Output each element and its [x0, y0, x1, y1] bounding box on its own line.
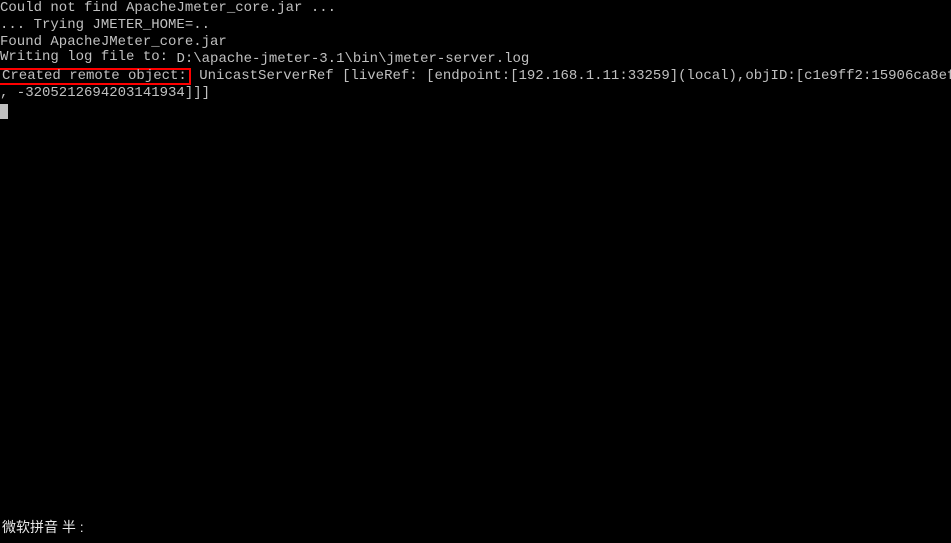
log-line: ... Trying JMETER_HOME=..: [0, 17, 951, 34]
log-text: D:\apache-jmeter-3.1\bin\jmeter-server.l…: [176, 51, 529, 67]
log-text: ... Trying JMETER_HOME=..: [0, 17, 210, 33]
log-text: Writing log file to:: [0, 49, 176, 65]
ime-status-text: 微软拼音 半 :: [2, 519, 84, 535]
terminal-output: Could not find ApacheJmeter_core.jar ...…: [0, 0, 951, 119]
ime-status-bar: 微软拼音 半 :: [2, 517, 84, 537]
log-line: Could not find ApacheJmeter_core.jar ...: [0, 0, 951, 17]
log-text: Found ApacheJMeter_core.jar: [0, 34, 227, 50]
log-line: Writing log file to: D:\apache-jmeter-3.…: [0, 51, 951, 68]
log-text: Could not find ApacheJmeter_core.jar ...: [0, 0, 336, 16]
